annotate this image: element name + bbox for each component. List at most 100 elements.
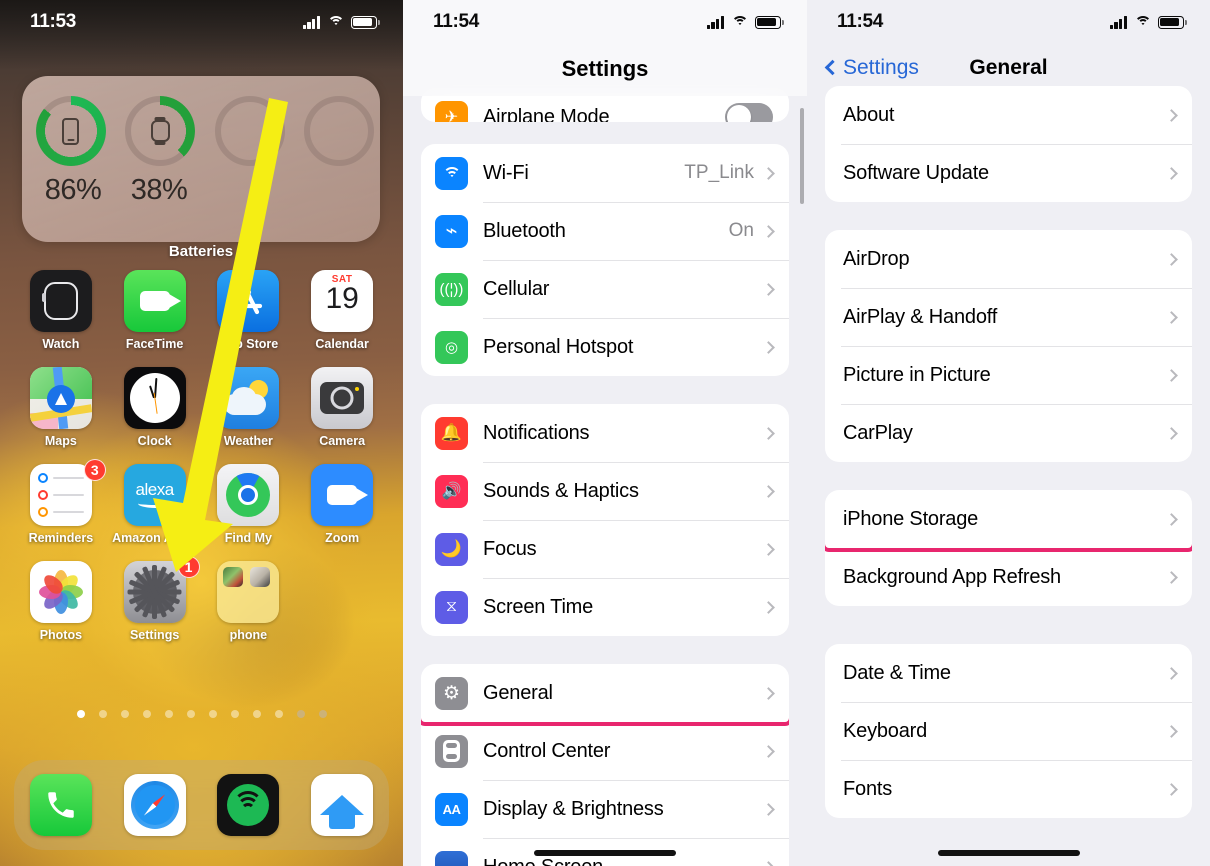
- battery-icon: [351, 15, 380, 29]
- page-title: General: [969, 56, 1048, 79]
- row-value: TP_Link: [684, 162, 754, 183]
- row-notifications[interactable]: 🔔 Notifications: [421, 404, 789, 462]
- row-airdrop[interactable]: AirDrop: [825, 230, 1192, 288]
- phone-icon: [29, 774, 92, 836]
- row-date-time[interactable]: Date & Time: [825, 644, 1192, 702]
- chevron-right-icon: [762, 802, 775, 816]
- app-clock[interactable]: Clock: [108, 367, 202, 448]
- app-label: Settings: [129, 628, 180, 642]
- row-label: Cellular: [483, 277, 550, 300]
- calendar-icon: SAT 19: [311, 270, 374, 332]
- row-wifi[interactable]: Wi-Fi TP_Link: [421, 144, 789, 202]
- wifi-icon: [435, 156, 468, 190]
- row-iphone-storage[interactable]: iPhone Storage: [825, 490, 1192, 552]
- battery-ring-empty-2: [299, 96, 381, 166]
- dock-app-spotify[interactable]: [217, 774, 280, 836]
- row-airplay-handoff[interactable]: AirPlay & Handoff: [825, 288, 1192, 346]
- app-zoom[interactable]: Zoom: [295, 464, 389, 545]
- scrollbar-indicator[interactable]: [800, 108, 804, 204]
- general-group-info: About Software Update: [825, 86, 1192, 202]
- settings-group-system: ⚙ General Control Center AA Display & Br…: [421, 664, 789, 866]
- app-label: Weather: [223, 434, 273, 448]
- dock-app-safari[interactable]: [123, 774, 186, 836]
- home-indicator: [534, 850, 676, 856]
- app-calendar[interactable]: SAT 19 Calendar: [295, 270, 389, 351]
- row-label: Keyboard: [843, 719, 928, 742]
- chevron-right-icon: [1165, 310, 1178, 324]
- spotify-icon: [217, 774, 280, 836]
- row-bluetooth[interactable]: ⌁ Bluetooth On: [421, 202, 789, 260]
- app-watch[interactable]: Watch: [14, 270, 108, 351]
- row-background-app-refresh[interactable]: Background App Refresh: [825, 548, 1192, 606]
- row-keyboard[interactable]: Keyboard: [825, 702, 1192, 760]
- row-fonts[interactable]: Fonts: [825, 760, 1192, 818]
- chevron-right-icon: [1165, 252, 1178, 266]
- folder-icon: [217, 561, 280, 623]
- row-screen-time[interactable]: ⧖ Screen Time: [421, 578, 789, 636]
- app-settings[interactable]: 1 Settings: [108, 556, 202, 642]
- app-label: Reminders: [28, 531, 94, 545]
- app-facetime[interactable]: FaceTime: [108, 270, 202, 351]
- row-personal-hotspot[interactable]: ◎ Personal Hotspot: [421, 318, 789, 376]
- app-camera[interactable]: Camera: [295, 367, 389, 448]
- airplane-mode-toggle[interactable]: [725, 103, 773, 122]
- chevron-right-icon: [762, 282, 775, 296]
- app-folder-phone[interactable]: phone: [202, 561, 296, 642]
- app-label: Watch: [42, 337, 80, 351]
- row-label: Screen Time: [483, 595, 594, 618]
- alexa-icon: alexa: [123, 464, 186, 526]
- row-cellular[interactable]: ((¦)) Cellular: [421, 260, 789, 318]
- app-app-store[interactable]: App Store: [202, 270, 296, 351]
- watch-icon: [29, 270, 92, 332]
- wifi-icon: [1134, 15, 1151, 29]
- status-time: 11:53: [30, 11, 77, 32]
- app-reminders[interactable]: 3 Reminders: [14, 459, 108, 545]
- row-control-center[interactable]: Control Center: [421, 722, 789, 780]
- general-group-datetime: Date & Time Keyboard Fonts: [825, 644, 1192, 818]
- app-maps[interactable]: Maps: [14, 367, 108, 448]
- chevron-right-icon: [762, 426, 775, 440]
- row-focus[interactable]: 🌙 Focus: [421, 520, 789, 578]
- settings-group-connectivity: Wi-Fi TP_Link ⌁ Bluetooth On ((¦)) Cellu…: [421, 144, 789, 376]
- row-label: Display & Brightness: [483, 797, 664, 820]
- app-weather[interactable]: Weather: [202, 367, 296, 448]
- settings-scroll[interactable]: ✈ Airplane Mode Wi-Fi TP_Link ⌁ Bluetoot…: [403, 0, 807, 866]
- wifi-icon: [327, 15, 344, 29]
- batteries-widget[interactable]: 86% 38%: [22, 76, 380, 242]
- battery-percent-row: 86% 38%: [22, 174, 380, 207]
- row-label: Sounds & Haptics: [483, 479, 639, 502]
- app-amazon-alexa[interactable]: alexa Amazon Alexa: [108, 464, 202, 545]
- app-find-my[interactable]: Find My: [202, 464, 296, 545]
- signal-bars-icon: [302, 15, 320, 29]
- general-group-sharing: AirDrop AirPlay & Handoff Picture in Pic…: [825, 230, 1192, 462]
- widget-label: Batteries: [168, 243, 234, 260]
- app-label: Find My: [224, 531, 272, 545]
- row-label: Personal Hotspot: [483, 335, 634, 358]
- row-label: General: [483, 681, 553, 704]
- row-general[interactable]: ⚙ General: [421, 664, 789, 726]
- dock-app-phone[interactable]: [29, 774, 92, 836]
- row-about[interactable]: About: [825, 86, 1192, 144]
- row-display-brightness[interactable]: AA Display & Brightness: [421, 780, 789, 838]
- row-carplay[interactable]: CarPlay: [825, 404, 1192, 462]
- chevron-right-icon: [762, 224, 775, 238]
- photos-icon: [29, 561, 92, 623]
- chevron-right-icon: [762, 340, 775, 354]
- cellular-icon: ((¦)): [435, 272, 468, 306]
- chevron-right-icon: [762, 686, 775, 700]
- row-software-update[interactable]: Software Update: [825, 144, 1192, 202]
- row-picture-in-picture[interactable]: Picture in Picture: [825, 346, 1192, 404]
- app-label: Zoom: [325, 531, 360, 545]
- battery-ring-watch: [120, 96, 202, 166]
- chevron-right-icon: [762, 542, 775, 556]
- facetime-icon: [123, 270, 186, 332]
- page-dots[interactable]: [0, 710, 403, 718]
- battery-percent-empty-1: [202, 174, 288, 207]
- row-label: Fonts: [843, 777, 893, 800]
- row-label: Focus: [483, 537, 537, 560]
- dock-app-home[interactable]: [311, 774, 374, 836]
- chevron-right-icon: [762, 860, 775, 866]
- speaker-icon: 🔊: [435, 474, 468, 508]
- row-sounds-haptics[interactable]: 🔊 Sounds & Haptics: [421, 462, 789, 520]
- app-photos[interactable]: Photos: [14, 561, 108, 642]
